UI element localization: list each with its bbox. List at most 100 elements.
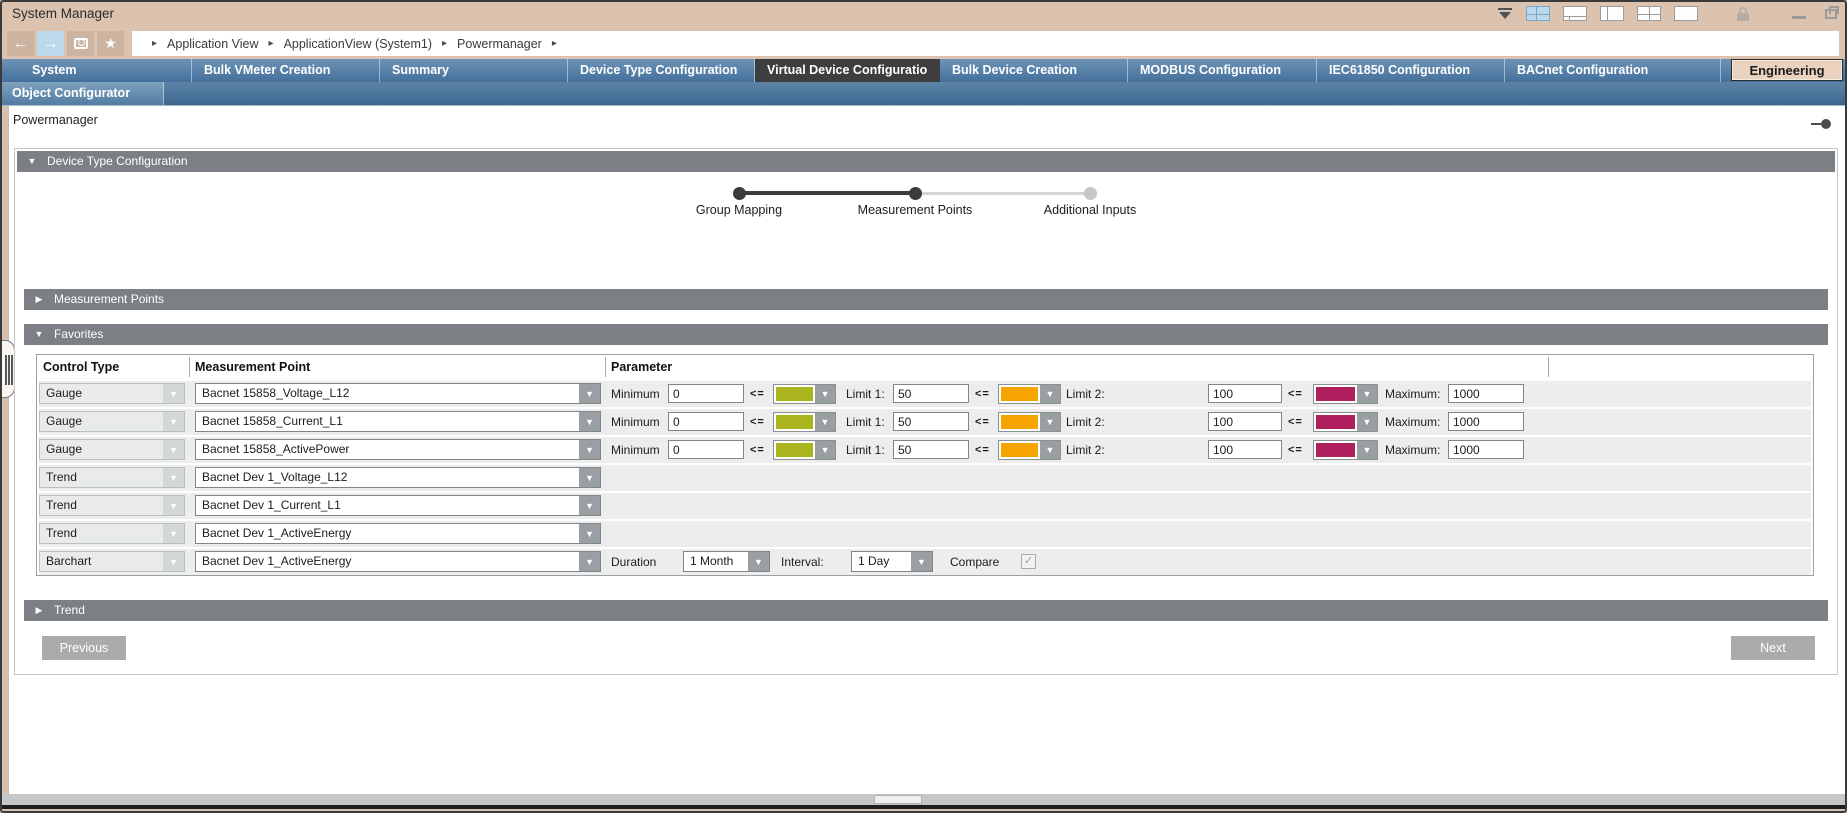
dropdown-value: 1 Day — [852, 552, 911, 571]
tab-virtual-device-configuration[interactable]: Virtual Device Configuratio — [755, 59, 940, 82]
limit1-color-dropdown[interactable]: ▼ — [773, 384, 836, 404]
back-button[interactable]: ← — [7, 31, 34, 56]
secondary-tab-bar: Object Configurator — [2, 82, 1845, 106]
control-type-dropdown[interactable]: Trend▼ — [39, 467, 185, 488]
layout-left-pane-icon[interactable] — [1600, 6, 1624, 21]
breadcrumb-item-application-view[interactable]: Application View — [167, 37, 259, 51]
limit1-color-dropdown[interactable]: ▼ — [773, 440, 836, 460]
duration-dropdown[interactable]: 1 Month▼ — [683, 551, 770, 572]
section-title: Favorites — [54, 327, 103, 341]
maximum-input[interactable] — [1448, 384, 1524, 403]
maximum-color-dropdown[interactable]: ▼ — [1313, 412, 1378, 432]
interval-dropdown[interactable]: 1 Day▼ — [851, 551, 933, 572]
measurement-point-dropdown[interactable]: Bacnet 15858_Voltage_L12▼ — [195, 383, 601, 404]
column-header-control-type: Control Type — [43, 355, 119, 379]
tab-bulk-vmeter-creation[interactable]: Bulk VMeter Creation — [192, 59, 380, 82]
limit2-color-dropdown[interactable]: ▼ — [998, 384, 1061, 404]
maximum-color-dropdown[interactable]: ▼ — [1313, 384, 1378, 404]
control-type-dropdown[interactable]: Gauge▼ — [39, 439, 185, 460]
layout-bottom-pane-icon[interactable] — [1563, 6, 1587, 21]
tab-modbus-configuration[interactable]: MODBUS Configuration — [1128, 59, 1317, 82]
lock-icon[interactable] — [1737, 7, 1749, 21]
lte-label: <= — [975, 409, 990, 435]
collapse-toolbar-icon[interactable] — [1497, 7, 1513, 21]
triangle-right-icon: ▶ — [24, 600, 54, 621]
section-device-type-configuration[interactable]: ▼Device Type Configuration — [17, 151, 1835, 172]
minimum-input[interactable] — [668, 412, 744, 431]
compare-checkbox[interactable]: ✓ — [1021, 554, 1036, 569]
previous-button[interactable]: Previous — [42, 636, 126, 660]
history-button[interactable] — [67, 31, 94, 56]
forward-button[interactable]: → — [37, 31, 64, 56]
dropdown-value: 1 Month — [684, 552, 748, 571]
measurement-point-dropdown[interactable]: Bacnet 15858_ActivePower▼ — [195, 439, 601, 460]
control-type-dropdown[interactable]: Barchart▼ — [39, 551, 185, 572]
maximum-input[interactable] — [1448, 440, 1524, 459]
tab-bulk-device-creation[interactable]: Bulk Device Creation — [940, 59, 1128, 82]
layout-single-pane-icon[interactable] — [1674, 6, 1698, 21]
minimize-icon[interactable] — [1792, 16, 1806, 19]
tab-system[interactable]: System — [2, 59, 192, 82]
layout-quad-icon[interactable] — [1526, 6, 1550, 21]
column-separator — [1548, 357, 1549, 377]
breadcrumb-arrow-icon: ▸ — [442, 38, 447, 49]
control-type-dropdown[interactable]: Gauge▼ — [39, 411, 185, 432]
limit1-input[interactable] — [893, 412, 969, 431]
measurement-point-dropdown[interactable]: Bacnet Dev 1_Voltage_L12▼ — [195, 467, 601, 488]
chevron-down-icon: ▼ — [579, 384, 600, 403]
lte-label: <= — [750, 437, 765, 463]
limit2-input[interactable] — [1208, 384, 1282, 403]
minimum-input[interactable] — [668, 440, 744, 459]
tab-device-type-configuration[interactable]: Device Type Configuration — [568, 59, 755, 82]
restore-icon[interactable] — [1825, 9, 1837, 19]
layout-grid-icon[interactable] — [1637, 6, 1661, 21]
measurement-point-dropdown[interactable]: Bacnet 15858_Current_L1▼ — [195, 411, 601, 432]
color-swatch — [1316, 415, 1355, 429]
forward-arrow-icon: → — [43, 35, 59, 53]
chevron-down-icon: ▼ — [1357, 385, 1377, 403]
maximum-input[interactable] — [1448, 412, 1524, 431]
limit2-input[interactable] — [1208, 440, 1282, 459]
pane-pin-icon[interactable] — [1811, 119, 1831, 129]
back-arrow-icon: ← — [13, 35, 29, 53]
control-type-dropdown[interactable]: Gauge▼ — [39, 383, 185, 404]
dropdown-value: Trend — [40, 524, 163, 543]
limit1-color-dropdown[interactable]: ▼ — [773, 412, 836, 432]
breadcrumb-item-applicationview-system1[interactable]: ApplicationView (System1) — [284, 37, 432, 51]
tab-iec61850-configuration[interactable]: IEC61850 Configuration — [1317, 59, 1505, 82]
limit2-color-dropdown[interactable]: ▼ — [998, 440, 1061, 460]
breadcrumb-item-powermanager[interactable]: Powermanager — [457, 37, 542, 51]
section-trend[interactable]: ▶Trend — [24, 600, 1828, 621]
tab-bacnet-configuration[interactable]: BACnet Configuration — [1505, 59, 1721, 82]
star-icon: ★ — [104, 35, 117, 52]
horizontal-scrollbar[interactable] — [2, 794, 1845, 805]
control-type-dropdown[interactable]: Trend▼ — [39, 523, 185, 544]
tab-object-configurator[interactable]: Object Configurator — [2, 82, 164, 105]
maximum-color-dropdown[interactable]: ▼ — [1313, 440, 1378, 460]
chevron-down-icon: ▼ — [1040, 413, 1060, 431]
favorites-button[interactable]: ★ — [97, 31, 124, 56]
chevron-down-icon: ▼ — [579, 496, 600, 515]
measurement-point-dropdown[interactable]: Bacnet Dev 1_ActiveEnergy▼ — [195, 523, 601, 544]
duration-label: Duration — [611, 549, 656, 575]
section-favorites[interactable]: ▼Favorites — [24, 324, 1828, 345]
measurement-point-dropdown[interactable]: Bacnet Dev 1_ActiveEnergy▼ — [195, 551, 601, 572]
tab-summary[interactable]: Summary — [380, 59, 568, 82]
next-button[interactable]: Next — [1731, 636, 1815, 660]
measurement-point-dropdown[interactable]: Bacnet Dev 1_Current_L1▼ — [195, 495, 601, 516]
limit2-label: Limit 2: — [1066, 409, 1105, 435]
tab-engineering[interactable]: Engineering — [1731, 59, 1843, 81]
limit2-color-dropdown[interactable]: ▼ — [998, 412, 1061, 432]
interval-label: Interval: — [781, 549, 824, 575]
breadcrumb-arrow-icon: ▸ — [269, 38, 274, 49]
section-measurement-points[interactable]: ▶Measurement Points — [24, 289, 1828, 310]
table-row: Gauge▼ Bacnet 15858_ActivePower▼ Minimum… — [39, 437, 1811, 463]
favorites-table: Control Type Measurement Point Parameter… — [36, 354, 1814, 576]
limit1-input[interactable] — [893, 440, 969, 459]
horizontal-scrollbar-thumb[interactable] — [874, 795, 922, 804]
limit2-input[interactable] — [1208, 412, 1282, 431]
minimum-input[interactable] — [668, 384, 744, 403]
lte-label: <= — [975, 381, 990, 407]
limit1-input[interactable] — [893, 384, 969, 403]
control-type-dropdown[interactable]: Trend▼ — [39, 495, 185, 516]
